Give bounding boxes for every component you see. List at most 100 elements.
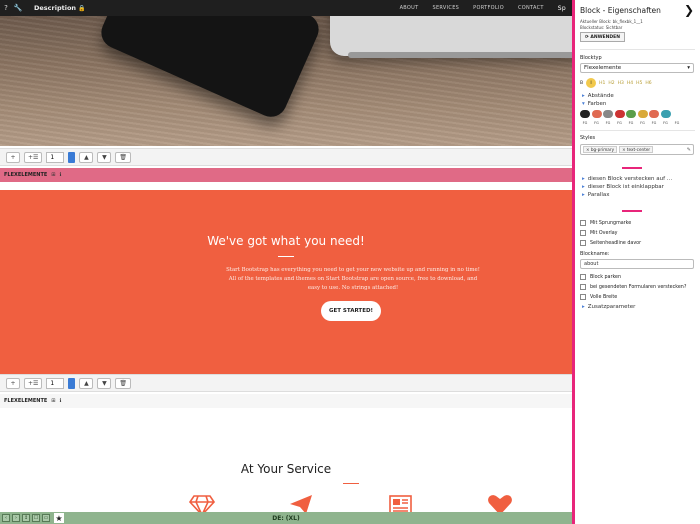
bg-swatch-yellow[interactable] (637, 110, 648, 118)
fg-swatch[interactable]: FG (672, 121, 682, 125)
window-icon[interactable]: ☐ (32, 514, 40, 522)
section-divider (622, 167, 642, 169)
get-started-button[interactable]: GET STARTED! (321, 301, 381, 321)
full-width-checkbox[interactable]: Volle Breite (580, 294, 617, 300)
collapsible-toggle[interactable]: ▸ dieser Block ist einklappbar (582, 184, 664, 190)
caret-right-icon: ▸ (582, 176, 585, 182)
info-icon[interactable]: ℹ (60, 398, 62, 404)
nav-item-services[interactable]: SERVICES (432, 5, 459, 11)
nav-item-overflow[interactable]: Sp (558, 5, 566, 12)
resize-icon[interactable]: ↕ (22, 514, 30, 522)
nav-item-portfolio[interactable]: PORTFOLIO (473, 5, 504, 11)
style-chip-bg-primary[interactable]: × bg-primary (583, 146, 618, 153)
description-button[interactable]: Description (34, 4, 76, 12)
fg-swatch[interactable]: FG (615, 121, 625, 125)
checkbox[interactable] (580, 274, 586, 280)
fg-swatch[interactable]: FG (638, 121, 648, 125)
checkbox[interactable] (580, 294, 586, 300)
prev-icon[interactable]: ‹ (2, 514, 10, 522)
bg-swatch-red[interactable] (614, 110, 625, 118)
fg-swatch[interactable]: FG (626, 121, 636, 125)
nav-item-about[interactable]: ABOUT (400, 5, 419, 11)
delete-block-button[interactable]: 🗑 (115, 377, 132, 389)
fg-swatch[interactable]: FG (592, 121, 602, 125)
nav-item-contact[interactable]: CONTACT (518, 5, 544, 11)
apply-button[interactable]: ⟳ ANWENDEN (580, 32, 625, 42)
checkbox[interactable] (580, 284, 586, 290)
anchor-checkbox[interactable]: Mit Sprungmarke (580, 220, 631, 226)
blockname-input[interactable]: about (580, 259, 694, 269)
overlay-checkbox[interactable]: Mit Overlay (580, 230, 618, 236)
delete-block-button[interactable]: 🗑 (115, 151, 132, 163)
colors-toggle[interactable]: ▾ Farben (582, 101, 606, 107)
help-icon[interactable]: ? (0, 4, 12, 12)
bold-button[interactable]: B (580, 81, 583, 86)
bg-swatch-none[interactable] (683, 110, 694, 118)
h6-button[interactable]: H6 (645, 81, 651, 86)
move-down-button[interactable]: ▼ (97, 151, 112, 163)
flexelement-bar[interactable]: FLEXELEMENTE ⊞ ℹ (0, 168, 572, 182)
h3-button[interactable]: H3 (618, 81, 624, 86)
bg-swatch-green[interactable] (626, 110, 636, 118)
caret-down-icon: ▾ (582, 101, 585, 107)
italic-button[interactable]: I (586, 78, 597, 88)
hide-forms-checkbox[interactable]: bei gesendeten Formularen verstecken? (580, 284, 686, 290)
fg-swatch[interactable]: FG (661, 121, 671, 125)
star-icon[interactable]: ★ (54, 513, 64, 523)
move-up-button[interactable]: ▲ (79, 377, 94, 389)
grid-icon[interactable]: ⊞ (51, 172, 55, 178)
separator (580, 49, 695, 50)
screen-icon[interactable]: ▭ (42, 514, 50, 522)
h5-button[interactable]: H5 (636, 81, 642, 86)
position-input[interactable]: 1 (46, 151, 65, 163)
wrench-icon[interactable]: 🔧 (12, 4, 24, 12)
position-input[interactable]: 1 (46, 377, 65, 389)
flexelement-label: FLEXELEMENTE (4, 172, 48, 178)
lock-icon: 🔒 (78, 4, 86, 12)
add-list-button[interactable]: +☰ (24, 151, 43, 163)
hide-block-toggle[interactable]: ▸ diesen Block verstecken auf … (582, 176, 672, 182)
bg-color-swatches (580, 110, 694, 118)
move-up-button[interactable]: ▲ (79, 151, 94, 163)
position-select[interactable] (68, 151, 76, 163)
flexelement-bar[interactable]: FLEXELEMENTE ⊞ ℹ (0, 394, 572, 408)
styles-input[interactable]: × bg-primary × text-center ✎ (580, 144, 694, 155)
headline-checkbox[interactable]: Seitenheadline davor (580, 240, 641, 246)
style-chip-text-center[interactable]: × text-center (619, 146, 654, 153)
bg-swatch-orange[interactable] (591, 110, 602, 118)
top-toolbar: ? 🔧 Description 🔒 ABOUT SERVICES PORTFOL… (0, 0, 572, 16)
language-indicator: DE: (XL) (272, 514, 300, 522)
bg-swatch-dark[interactable] (580, 110, 590, 118)
add-block-button[interactable]: + (6, 377, 20, 389)
parallax-toggle[interactable]: ▸ Parallax (582, 192, 610, 198)
bg-swatch-coral[interactable] (649, 110, 659, 118)
collapse-icon[interactable]: ❯ (684, 3, 694, 17)
add-list-button[interactable]: +☰ (24, 377, 43, 389)
park-checkbox[interactable]: Block parken (580, 274, 621, 280)
checkbox[interactable] (580, 220, 586, 226)
collapsible-label: dieser Block ist einklappbar (587, 184, 664, 190)
h1-button[interactable]: H1 (599, 81, 605, 86)
checkbox[interactable] (580, 240, 586, 246)
fg-swatch[interactable]: FG (580, 121, 590, 125)
grid-icon[interactable]: ⊞ (51, 398, 55, 404)
bg-swatch-white[interactable] (672, 110, 682, 118)
bg-swatch-teal[interactable] (660, 110, 671, 118)
spacing-toggle[interactable]: ▸ Abstände (582, 93, 614, 99)
anchor-label: Mit Sprungmarke (590, 220, 632, 226)
edit-icon[interactable]: ✎ (687, 147, 691, 153)
info-icon[interactable]: ℹ (60, 172, 62, 178)
extra-params-toggle[interactable]: ▸ Zusatzparameter (582, 304, 635, 310)
fg-swatch[interactable]: FG (649, 121, 659, 125)
bg-swatch-gray[interactable] (603, 110, 613, 118)
caret-right-icon: ▸ (582, 184, 585, 190)
blocktype-select[interactable]: Flexelemente ▾ (580, 63, 694, 73)
position-select[interactable] (68, 377, 76, 389)
next-icon[interactable]: › (12, 514, 20, 522)
h2-button[interactable]: H2 (608, 81, 614, 86)
fg-swatch[interactable]: FG (603, 121, 613, 125)
checkbox[interactable] (580, 230, 586, 236)
move-down-button[interactable]: ▼ (97, 377, 112, 389)
h4-button[interactable]: H4 (627, 81, 633, 86)
add-block-button[interactable]: + (6, 151, 20, 163)
